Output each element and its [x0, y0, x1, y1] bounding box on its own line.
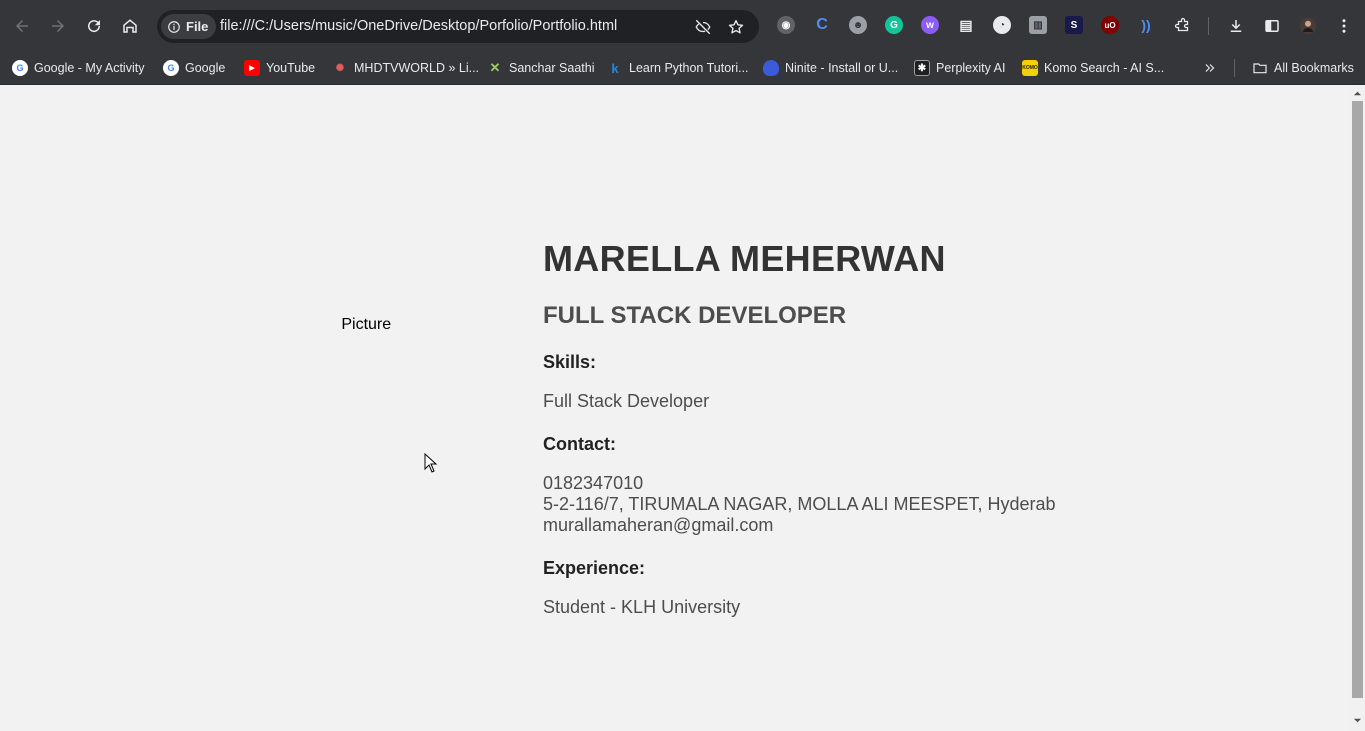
back-button[interactable]: [9, 13, 35, 39]
bookmark-google-my-activity[interactable]: G Google - My Activity: [12, 57, 144, 79]
url-text[interactable]: file:///C:/Users/music/OneDrive/Desktop/…: [220, 18, 617, 34]
site-chip-label: File: [186, 19, 209, 34]
contact-details: 0182347010 5-2-116/7, TIRUMALA NAGAR, MO…: [543, 473, 1056, 536]
extension-robot-icon[interactable]: ☻: [849, 16, 867, 34]
contact-phone: 0182347010: [543, 473, 644, 493]
bookmarks-bar: G Google - My Activity G Google ▶ YouTub…: [0, 52, 1365, 85]
google-icon: G: [12, 60, 28, 76]
extension-s-icon[interactable]: S: [1065, 16, 1083, 34]
browser-toolbar: File file:///C:/Users/music/OneDrive/Des…: [0, 0, 1365, 52]
google-icon: G: [163, 60, 179, 76]
bookmark-mhdtvworld[interactable]: ✺ MHDTVWORLD » Li...: [332, 57, 479, 79]
chevron-double-right-icon: [1205, 64, 1215, 72]
profile-name: MARELLA MEHERWAN: [543, 238, 946, 279]
bookmark-ninite[interactable]: Ninite - Install or U...: [763, 57, 898, 79]
experience-heading: Experience:: [543, 558, 646, 578]
bookmark-label: Perplexity AI: [936, 61, 1006, 75]
page-viewport: e Picture MARELLA MEHERWAN FULL STACK DE…: [0, 85, 1350, 731]
avatar-icon: [1299, 17, 1317, 35]
bookmark-komo[interactable]: KOMO Komo Search - AI S...: [1022, 57, 1164, 79]
bookmark-youtube[interactable]: ▶ YouTube: [244, 57, 315, 79]
profile-picture-alt-text: e Picture: [342, 316, 392, 333]
site-info-chip[interactable]: File: [161, 14, 217, 39]
side-panel-button[interactable]: [1259, 13, 1285, 39]
contact-address: 5-2-116/7, TIRUMALA NAGAR, MOLLA ALI MEE…: [543, 494, 1056, 514]
more-vertical-icon: [1342, 19, 1346, 33]
skills-heading: Skills:: [543, 352, 597, 372]
eye-off-icon[interactable]: [693, 17, 713, 37]
bookmark-perplexity[interactable]: ✱ Perplexity AI: [914, 57, 1005, 79]
all-bookmarks-label: All Bookmarks: [1274, 61, 1354, 75]
extension-speedometer-icon[interactable]: ◔: [993, 16, 1011, 34]
profile-avatar-button[interactable]: [1295, 13, 1321, 39]
youtube-icon: ▶: [244, 60, 260, 76]
toolbar-separator: [1208, 17, 1209, 35]
extension-w-icon[interactable]: w: [921, 16, 939, 34]
bookmark-sanchar-saathi[interactable]: ✕ Sanchar Saathi: [487, 57, 595, 79]
arrow-right-icon: [52, 20, 64, 32]
download-icon: [1230, 20, 1242, 32]
home-button[interactable]: [117, 13, 143, 39]
ublock-origin-icon[interactable]: uO: [1101, 16, 1119, 34]
home-icon: [123, 19, 137, 33]
star-icon[interactable]: [726, 17, 746, 37]
bookmark-label: Sanchar Saathi: [509, 61, 595, 75]
ninite-icon: [763, 60, 779, 76]
sanchar-saathi-icon: ✕: [489, 60, 501, 75]
extension-image-icon[interactable]: ▥: [1029, 16, 1047, 34]
bookmarks-overflow-button[interactable]: [1203, 57, 1217, 79]
all-bookmarks-button[interactable]: All Bookmarks: [1252, 57, 1354, 79]
extension-c-icon[interactable]: C: [813, 16, 831, 34]
folder-icon: [1253, 63, 1267, 74]
info-icon: [168, 20, 180, 33]
skills-text: Full Stack Developer: [543, 391, 710, 411]
perplexity-icon: ✱: [914, 60, 930, 76]
scroll-up-arrow-icon[interactable]: [1353, 89, 1362, 98]
arrow-left-icon: [16, 20, 28, 32]
profile-role: FULL STACK DEVELOPER: [543, 302, 847, 329]
scroll-down-arrow-icon[interactable]: [1353, 716, 1362, 725]
scrollbar-thumb[interactable]: [1352, 101, 1363, 698]
komo-icon: KOMO: [1022, 60, 1038, 76]
bookmark-label: YouTube: [266, 61, 316, 75]
bookmarks-separator: [1234, 59, 1235, 77]
address-bar[interactable]: File file:///C:/Users/music/OneDrive/Des…: [157, 10, 759, 43]
page-scrollbar[interactable]: [1350, 85, 1365, 731]
extension-wave-icon[interactable]: )): [1137, 16, 1155, 34]
grammarly-icon[interactable]: G: [885, 16, 903, 34]
downloads-button[interactable]: [1223, 13, 1249, 39]
extension-glasses-icon[interactable]: ◉: [777, 16, 795, 34]
python-tutorial-icon: k: [611, 60, 619, 76]
bookmark-label: Komo Search - AI S...: [1044, 61, 1165, 75]
contact-heading: Contact:: [543, 434, 616, 454]
puzzle-icon: [1174, 17, 1189, 32]
extension-printer-icon[interactable]: ▤: [957, 16, 975, 34]
bookmark-label: Ninite - Install or U...: [785, 61, 899, 75]
forward-button[interactable]: [45, 13, 71, 39]
profile-info: MARELLA MEHERWAN FULL STACK DEVELOPER Sk…: [543, 238, 1056, 618]
bookmark-label: MHDTVWORLD » Li...: [354, 61, 480, 75]
experience-text: Student - KLH University: [543, 597, 741, 617]
bookmark-label: Google: [185, 61, 226, 75]
bookmark-label: Learn Python Tutori...: [629, 61, 749, 75]
profile-picture: e Picture: [342, 316, 442, 334]
menu-button[interactable]: [1331, 13, 1357, 39]
bookmark-label: Google - My Activity: [34, 61, 145, 75]
reload-icon: [88, 20, 101, 33]
mouse-cursor-icon: [424, 453, 438, 473]
bookmark-google[interactable]: G Google: [163, 57, 225, 79]
contact-email: murallamaheran@gmail.com: [543, 515, 774, 535]
side-panel-icon: [1265, 20, 1279, 32]
extensions-button[interactable]: [1170, 13, 1196, 39]
bookmark-learn-python[interactable]: k Learn Python Tutori...: [607, 57, 749, 79]
reload-button[interactable]: [81, 13, 107, 39]
mhdtvworld-icon: ✺: [335, 62, 345, 74]
